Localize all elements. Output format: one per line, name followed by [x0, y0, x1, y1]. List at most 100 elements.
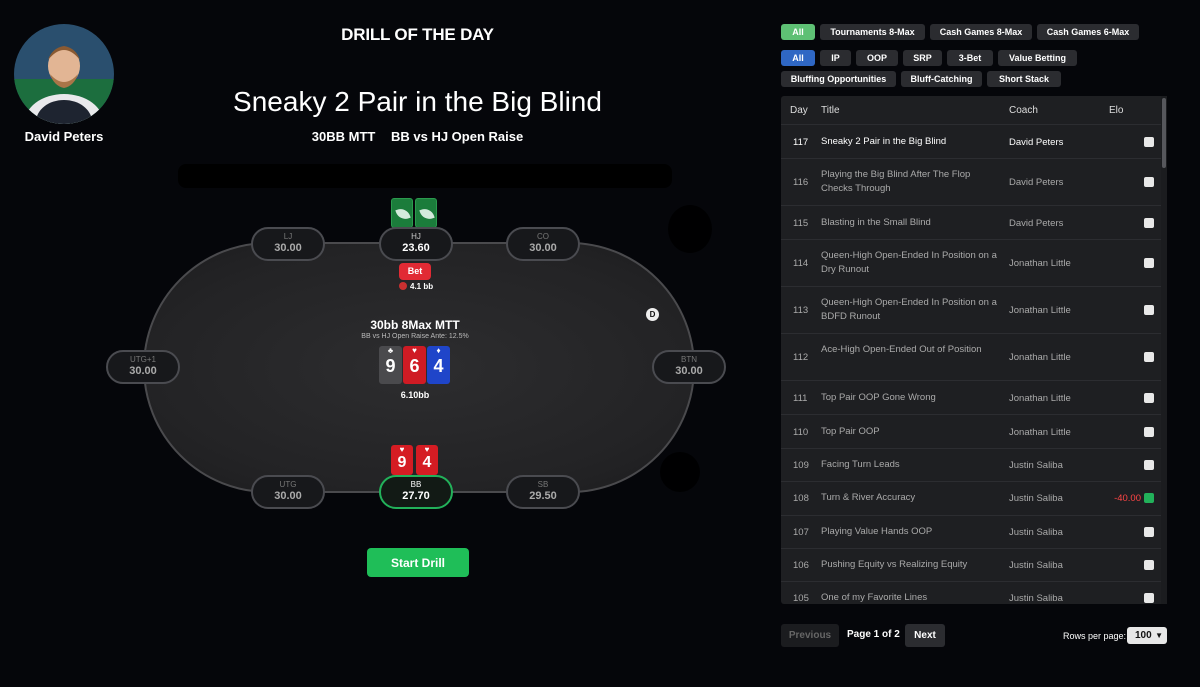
completed-checkbox[interactable] — [1144, 352, 1154, 362]
row-title: Playing the Big Blind After The Flop Che… — [821, 169, 971, 194]
row-coach: David Peters — [1009, 177, 1064, 188]
club-icon: ♣ — [387, 346, 394, 355]
seat-position: CO — [537, 232, 549, 241]
drill-subtitle-format: 30BB MTT — [311, 129, 376, 144]
filter-cash-8max[interactable]: Cash Games 8-Max — [930, 24, 1032, 40]
column-header-elo[interactable]: Elo — [1109, 105, 1123, 116]
completed-checkbox[interactable] — [1144, 427, 1154, 437]
seat-position: HJ — [411, 232, 421, 241]
filter-oop[interactable]: OOP — [856, 50, 898, 66]
info-bar — [178, 164, 672, 188]
filter-value-betting[interactable]: Value Betting — [998, 50, 1077, 66]
row-coach: Justin Saliba — [1009, 493, 1063, 504]
table-row[interactable]: 107 Playing Value Hands OOP Justin Salib… — [781, 515, 1161, 548]
table-row[interactable]: 109 Facing Turn Leads Justin Saliba — [781, 448, 1161, 481]
row-title: Blasting in the Small Blind — [821, 217, 931, 228]
list-scrollbar[interactable] — [1161, 96, 1167, 604]
completed-checkbox-checked[interactable] — [1144, 493, 1154, 503]
table-row[interactable]: 117 Sneaky 2 Pair in the Big Blind David… — [781, 124, 1161, 158]
seat-co: CO 30.00 — [506, 227, 580, 261]
start-drill-button[interactable]: Start Drill — [367, 548, 469, 577]
row-coach: Justin Saliba — [1009, 560, 1063, 571]
filter-all-games[interactable]: All — [781, 24, 815, 40]
seat-bb-hero: BB 27.70 — [379, 475, 453, 509]
filter-srp[interactable]: SRP — [903, 50, 942, 66]
board-card: ♥ 6 — [403, 346, 426, 384]
table-row[interactable]: 110 Top Pair OOP Jonathan Little — [781, 414, 1161, 448]
filter-tournaments-8max[interactable]: Tournaments 8-Max — [820, 24, 925, 40]
completed-checkbox[interactable] — [1144, 393, 1154, 403]
completed-checkbox[interactable] — [1144, 593, 1154, 603]
completed-checkbox[interactable] — [1144, 527, 1154, 537]
filter-3bet[interactable]: 3-Bet — [947, 50, 993, 66]
seat-hj: HJ 23.60 — [379, 227, 453, 261]
row-coach: Jonathan Little — [1009, 427, 1071, 438]
table-row[interactable]: 113 Queen-High Open-Ended In Position on… — [781, 286, 1161, 333]
game-subtitle: BB vs HJ Open Raise Ante: 12.5% — [361, 333, 469, 340]
filter-bluffing-opportunities[interactable]: Bluffing Opportunities — [781, 71, 896, 87]
next-page-button[interactable]: Next — [905, 624, 945, 647]
game-title: 30bb 8Max MTT — [370, 318, 460, 332]
completed-checkbox[interactable] — [1144, 258, 1154, 268]
filter-ip[interactable]: IP — [820, 50, 851, 66]
seat-utg1: UTG+1 30.00 — [106, 350, 180, 384]
table-row[interactable]: 115 Blasting in the Small Blind David Pe… — [781, 205, 1161, 239]
filter-short-stack[interactable]: Short Stack — [987, 71, 1061, 87]
filter-cash-6max[interactable]: Cash Games 6-Max — [1037, 24, 1139, 40]
list-header: Day Title Coach Elo — [781, 96, 1167, 124]
filter-all-spots[interactable]: All — [781, 50, 815, 66]
scrollbar-thumb[interactable] — [1162, 98, 1166, 168]
row-title: Turn & River Accuracy — [821, 492, 916, 503]
completed-checkbox[interactable] — [1144, 137, 1154, 147]
row-coach: David Peters — [1009, 137, 1064, 148]
seat-position: LJ — [283, 232, 293, 241]
table-row[interactable]: 112 Ace-High Open-Ended Out of Position … — [781, 333, 1161, 380]
row-title: Playing Value Hands OOP — [821, 526, 933, 537]
chevron-down-icon: ▼ — [1155, 631, 1163, 640]
bet-amount: 4.1 bb — [399, 282, 439, 291]
table-row[interactable]: 114 Queen-High Open-Ended In Position on… — [781, 239, 1161, 286]
rows-per-page-select[interactable]: 100 ▼ — [1127, 627, 1167, 644]
card-rank: 4 — [422, 454, 432, 471]
column-header-coach[interactable]: Coach — [1009, 105, 1038, 116]
row-elo: -40.00 — [1114, 493, 1141, 504]
row-day: 116 — [793, 177, 809, 188]
completed-checkbox[interactable] — [1144, 305, 1154, 315]
seat-utg: UTG 30.00 — [251, 475, 325, 509]
row-title: Pushing Equity vs Realizing Equity — [821, 559, 968, 570]
hero-card: ♥ 9 — [391, 445, 413, 475]
board-card: ♣ 9 — [379, 346, 402, 384]
completed-checkbox[interactable] — [1144, 460, 1154, 470]
seat-stack: 29.50 — [529, 490, 557, 502]
table-row[interactable]: 105 One of my Favorite Lines Justin Sali… — [781, 581, 1161, 604]
completed-checkbox[interactable] — [1144, 177, 1154, 187]
completed-checkbox[interactable] — [1144, 218, 1154, 228]
row-title: Queen-High Open-Ended In Position on a D… — [821, 250, 997, 275]
row-coach: Jonathan Little — [1009, 393, 1071, 404]
row-coach: Justin Saliba — [1009, 460, 1063, 471]
filter-bluff-catching[interactable]: Bluff-Catching — [901, 71, 982, 87]
card-rank: 9 — [385, 356, 396, 376]
card-back-icon — [415, 198, 437, 228]
column-header-day[interactable]: Day — [790, 105, 808, 116]
completed-checkbox[interactable] — [1144, 560, 1154, 570]
row-day: 110 — [793, 427, 809, 438]
table-row[interactable]: 111 Top Pair OOP Gone Wrong Jonathan Lit… — [781, 380, 1161, 414]
seat-position: BTN — [681, 355, 697, 364]
dealer-button-icon: D — [646, 308, 659, 321]
row-title: Sneaky 2 Pair in the Big Blind — [821, 136, 947, 147]
row-day: 111 — [793, 393, 808, 404]
card-rank: 9 — [397, 454, 407, 471]
heart-icon: ♥ — [412, 346, 417, 355]
table-row[interactable]: 108 Turn & River Accuracy Justin Saliba … — [781, 481, 1161, 515]
column-header-title[interactable]: Title — [821, 105, 840, 116]
table-row[interactable]: 106 Pushing Equity vs Realizing Equity J… — [781, 548, 1161, 581]
row-coach: David Peters — [1009, 218, 1064, 229]
seat-stack: 27.70 — [402, 490, 430, 502]
pot-size: 6.10bb — [400, 390, 430, 400]
previous-page-button[interactable]: Previous — [781, 624, 839, 647]
table-row[interactable]: 116 Playing the Big Blind After The Flop… — [781, 158, 1161, 205]
row-coach: Jonathan Little — [1009, 305, 1071, 316]
seat-btn: BTN 30.00 — [652, 350, 726, 384]
row-title: Ace-High Open-Ended Out of Position — [821, 344, 982, 355]
